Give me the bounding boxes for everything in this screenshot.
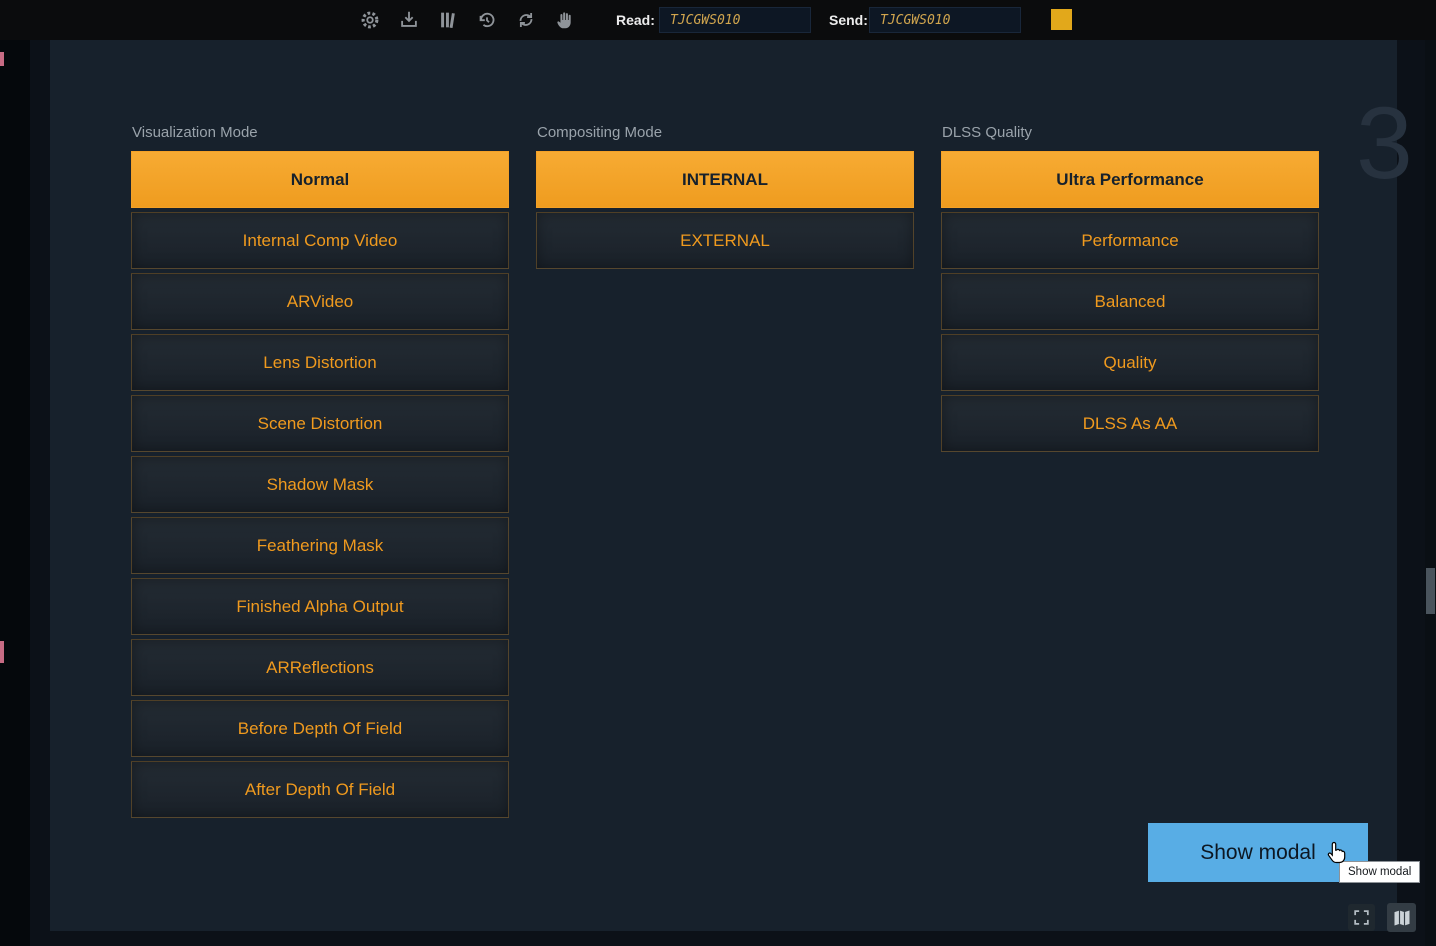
fullscreen-expand-button[interactable]: [1348, 904, 1375, 931]
option-scene-distortion[interactable]: Scene Distortion: [131, 395, 509, 452]
history-icon[interactable]: [475, 8, 499, 32]
option-before-depth-of-field[interactable]: Before Depth Of Field: [131, 700, 509, 757]
read-input[interactable]: [659, 7, 811, 33]
toolbar-icons: [358, 8, 577, 32]
option-arvideo[interactable]: ARVideo: [131, 273, 509, 330]
control-panel: 3 Visualization Mode NormalInternal Comp…: [50, 40, 1397, 931]
map-button[interactable]: [1387, 903, 1416, 932]
option-after-depth-of-field[interactable]: After Depth Of Field: [131, 761, 509, 818]
show-modal-tooltip: Show modal: [1339, 861, 1420, 883]
library-icon[interactable]: [436, 8, 460, 32]
scrollbar-thumb[interactable]: [1426, 568, 1435, 614]
option-external[interactable]: EXTERNAL: [536, 212, 914, 269]
option-normal[interactable]: Normal: [131, 151, 509, 208]
send-label: Send:: [829, 12, 868, 28]
option-internal[interactable]: INTERNAL: [536, 151, 914, 208]
option-list: INTERNALEXTERNAL: [536, 151, 914, 269]
show-modal-button[interactable]: Show modal: [1148, 823, 1368, 882]
edge-artifact: [0, 52, 4, 66]
option-list: NormalInternal Comp VideoARVideoLens Dis…: [131, 151, 509, 818]
edge-artifact: [0, 641, 4, 663]
download-icon[interactable]: [397, 8, 421, 32]
group-label: Visualization Mode: [132, 124, 509, 141]
option-feathering-mask[interactable]: Feathering Mask: [131, 517, 509, 574]
pan-hand-icon[interactable]: [553, 8, 577, 32]
screen: Read: Send: 3 Visualization Mode NormalI…: [0, 0, 1436, 946]
toolbar: Read: Send:: [0, 0, 1436, 40]
option-arreflections[interactable]: ARReflections: [131, 639, 509, 696]
option-quality[interactable]: Quality: [941, 334, 1319, 391]
right-edge-strip: [1425, 40, 1436, 946]
group-compositing-mode: Compositing Mode INTERNALEXTERNAL: [536, 124, 914, 269]
option-finished-alpha-output[interactable]: Finished Alpha Output: [131, 578, 509, 635]
page-watermark: 3: [1356, 92, 1413, 194]
gear-icon[interactable]: [358, 8, 382, 32]
option-balanced[interactable]: Balanced: [941, 273, 1319, 330]
status-indicator: [1051, 9, 1072, 30]
send-input[interactable]: [869, 7, 1021, 33]
group-label: DLSS Quality: [942, 124, 1319, 141]
group-label: Compositing Mode: [537, 124, 914, 141]
option-list: Ultra PerformancePerformanceBalancedQual…: [941, 151, 1319, 452]
option-internal-comp-video[interactable]: Internal Comp Video: [131, 212, 509, 269]
option-ultra-performance[interactable]: Ultra Performance: [941, 151, 1319, 208]
option-lens-distortion[interactable]: Lens Distortion: [131, 334, 509, 391]
group-visualization-mode: Visualization Mode NormalInternal Comp V…: [131, 124, 509, 818]
refresh-icon[interactable]: [514, 8, 538, 32]
group-dlss-quality: DLSS Quality Ultra PerformancePerformanc…: [941, 124, 1319, 452]
read-label: Read:: [616, 12, 655, 28]
option-performance[interactable]: Performance: [941, 212, 1319, 269]
option-dlss-as-aa[interactable]: DLSS As AA: [941, 395, 1319, 452]
left-edge-strip: [0, 40, 30, 946]
option-shadow-mask[interactable]: Shadow Mask: [131, 456, 509, 513]
